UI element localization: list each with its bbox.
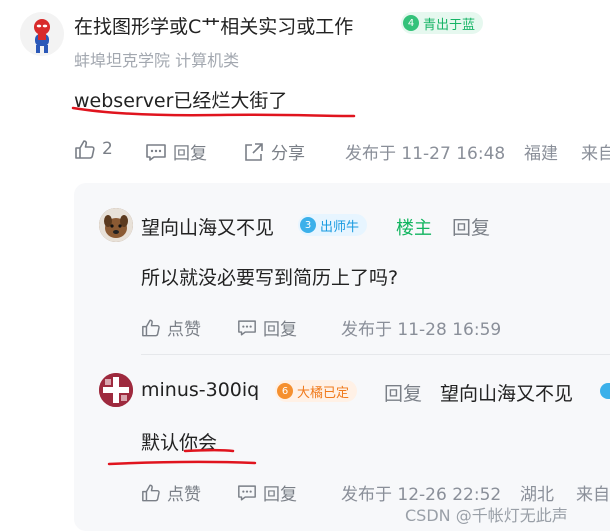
level-badge: 4 青出于蓝 [401, 12, 484, 34]
author-name[interactable]: 在找图形学或C艹相关实习或工作 [74, 12, 353, 39]
post-time: 发布于 11-27 16:48 [345, 144, 506, 164]
thumbs-up-icon [142, 484, 160, 502]
reply-label: 回复 [263, 320, 297, 340]
level-number: 6 [277, 383, 293, 399]
post-source: 来自 [581, 144, 610, 164]
comment-icon [238, 485, 256, 501]
reply-button[interactable]: 回复 [237, 480, 297, 505]
reply-author[interactable]: minus-300iq [141, 379, 259, 401]
red-underline-annotation [107, 449, 257, 466]
thumbs-up-icon [75, 140, 95, 159]
level-title: 出师牛 [320, 219, 360, 235]
owner-tag: 楼主 [396, 218, 432, 239]
thumbs-up-icon [142, 319, 160, 337]
share-label: 分享 [271, 144, 305, 164]
avatar[interactable] [99, 208, 133, 242]
reply-link[interactable]: 回复 [452, 213, 490, 240]
reply-button[interactable]: 回复 [145, 139, 207, 164]
reply-link[interactable]: 回复 [384, 379, 422, 406]
comment-icon [146, 143, 166, 161]
level-title: 青出于蓝 [423, 17, 476, 33]
school-info: 蚌埠坦克学院 计算机类 [74, 51, 240, 70]
post-location: 福建 [524, 144, 558, 164]
watermark: CSDN @千帐灯无此声 [405, 506, 568, 525]
share-button[interactable]: 分享 [243, 139, 305, 164]
level-badge-partial [600, 383, 610, 399]
level-number: 3 [300, 217, 316, 233]
dog-avatar-icon [99, 208, 133, 242]
red-underline-annotation [71, 106, 356, 118]
cross-avatar-icon [99, 373, 133, 407]
level-number: 4 [403, 15, 419, 31]
reply-label: 回复 [263, 485, 297, 505]
like-label: 点赞 [167, 320, 201, 340]
reply-label: 回复 [173, 144, 207, 164]
like-count: 2 [102, 139, 113, 159]
level-badge: 3 出师牛 [298, 214, 368, 236]
level-badge: 6 大橘已定 [275, 380, 358, 402]
reply-button[interactable]: 回复 [237, 315, 297, 340]
share-icon [245, 142, 263, 161]
like-button[interactable]: 点赞 [141, 480, 201, 505]
reply-time: 发布于 11-28 16:59 [341, 320, 502, 340]
like-button[interactable]: 点赞 [141, 315, 201, 340]
reply-content: 所以就没必要写到简历上了吗? [141, 267, 399, 289]
reply-to-user[interactable]: 望向山海又不见 [440, 379, 573, 406]
like-label: 点赞 [167, 485, 201, 505]
like-button[interactable]: 2 [74, 139, 113, 159]
comment-icon [238, 320, 256, 336]
reply-divider [141, 354, 610, 355]
avatar[interactable] [99, 373, 133, 407]
avatar[interactable] [20, 12, 64, 56]
reply-author[interactable]: 望向山海又不见 [141, 213, 274, 240]
spiderman-avatar-icon [20, 12, 64, 56]
level-title: 大橘已定 [297, 385, 350, 401]
reply-source: 来自 [576, 485, 610, 505]
